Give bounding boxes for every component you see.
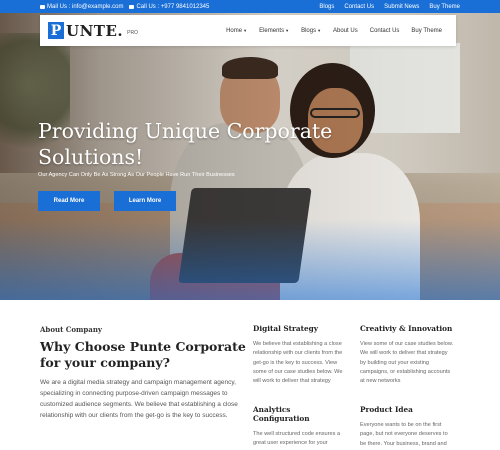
top-link-contact[interactable]: Contact Us bbox=[344, 4, 374, 10]
nav-elements[interactable]: Elements ▼ bbox=[253, 28, 295, 34]
feature-text: We believe that establishing a close rel… bbox=[253, 341, 343, 385]
hero-subtitle: Our Agency Can Only Be As Strong As Our … bbox=[38, 172, 235, 178]
phone-icon bbox=[129, 4, 135, 9]
nav-contact-us[interactable]: Contact Us bbox=[364, 28, 406, 34]
top-links: Blogs Contact Us Submit News Buy Theme bbox=[319, 4, 460, 10]
feature-card: Product Idea Everyone wants to be on the… bbox=[360, 405, 455, 449]
logo-mark: P bbox=[48, 22, 64, 39]
nav-about-us[interactable]: About Us bbox=[327, 28, 364, 34]
feature-card: Digital Strategy We believe that establi… bbox=[253, 324, 348, 386]
nav-home[interactable]: Home ▼ bbox=[220, 28, 253, 34]
logo-text: UNTE. bbox=[66, 21, 124, 40]
about-label: About Company bbox=[40, 325, 102, 334]
top-link-buy-theme[interactable]: Buy Theme bbox=[429, 4, 460, 10]
about-title: Why Choose Punte Corporate for your comp… bbox=[40, 339, 246, 370]
top-link-submit-news[interactable]: Submit News bbox=[384, 4, 419, 10]
site-header: P UNTE. PRO Home ▼ Elements ▼ Blogs ▼ About… bbox=[40, 15, 456, 46]
nav-blogs[interactable]: Blogs ▼ bbox=[295, 28, 327, 34]
feature-text: Everyone wants to be on the first page, … bbox=[360, 422, 448, 447]
main-nav: Home ▼ Elements ▼ Blogs ▼ About Us Contact … bbox=[220, 28, 448, 34]
feature-text: View some of our case studies below. We … bbox=[360, 341, 454, 385]
mail-icon bbox=[40, 4, 45, 9]
logo-subtext: PRO bbox=[127, 29, 138, 36]
chevron-down-icon: ▼ bbox=[285, 28, 290, 33]
mail-link[interactable]: Mail Us : info@example.com bbox=[40, 4, 123, 10]
about-text: We are a digital media strategy and camp… bbox=[40, 379, 238, 419]
feature-text: The well structured code ensures a great… bbox=[253, 431, 347, 450]
chevron-down-icon: ▼ bbox=[317, 28, 322, 33]
feature-title: Creativiy & Innovation bbox=[360, 324, 453, 333]
site-logo[interactable]: P UNTE. PRO bbox=[48, 22, 138, 40]
learn-more-button[interactable]: Learn More bbox=[114, 191, 176, 211]
top-bar: Mail Us : info@example.com Call Us : +97… bbox=[0, 0, 500, 13]
read-more-button[interactable]: Read More bbox=[38, 191, 100, 211]
top-link-blogs[interactable]: Blogs bbox=[319, 4, 334, 10]
feature-card: Analytics Configuration The well structu… bbox=[253, 405, 348, 450]
hero-title: Providing Unique Corporate Solutions! bbox=[38, 119, 333, 169]
feature-card: Creativiy & Innovation View some of our … bbox=[360, 324, 455, 386]
nav-buy-theme[interactable]: Buy Theme bbox=[405, 28, 448, 34]
chevron-down-icon: ▼ bbox=[243, 28, 248, 33]
call-link[interactable]: Call Us : +977 9841012345 bbox=[129, 4, 209, 10]
feature-title: Analytics Configuration bbox=[253, 405, 310, 423]
top-contact: Mail Us : info@example.com Call Us : +97… bbox=[40, 4, 209, 10]
feature-title: Digital Strategy bbox=[253, 324, 318, 333]
feature-title: Product Idea bbox=[360, 405, 413, 414]
